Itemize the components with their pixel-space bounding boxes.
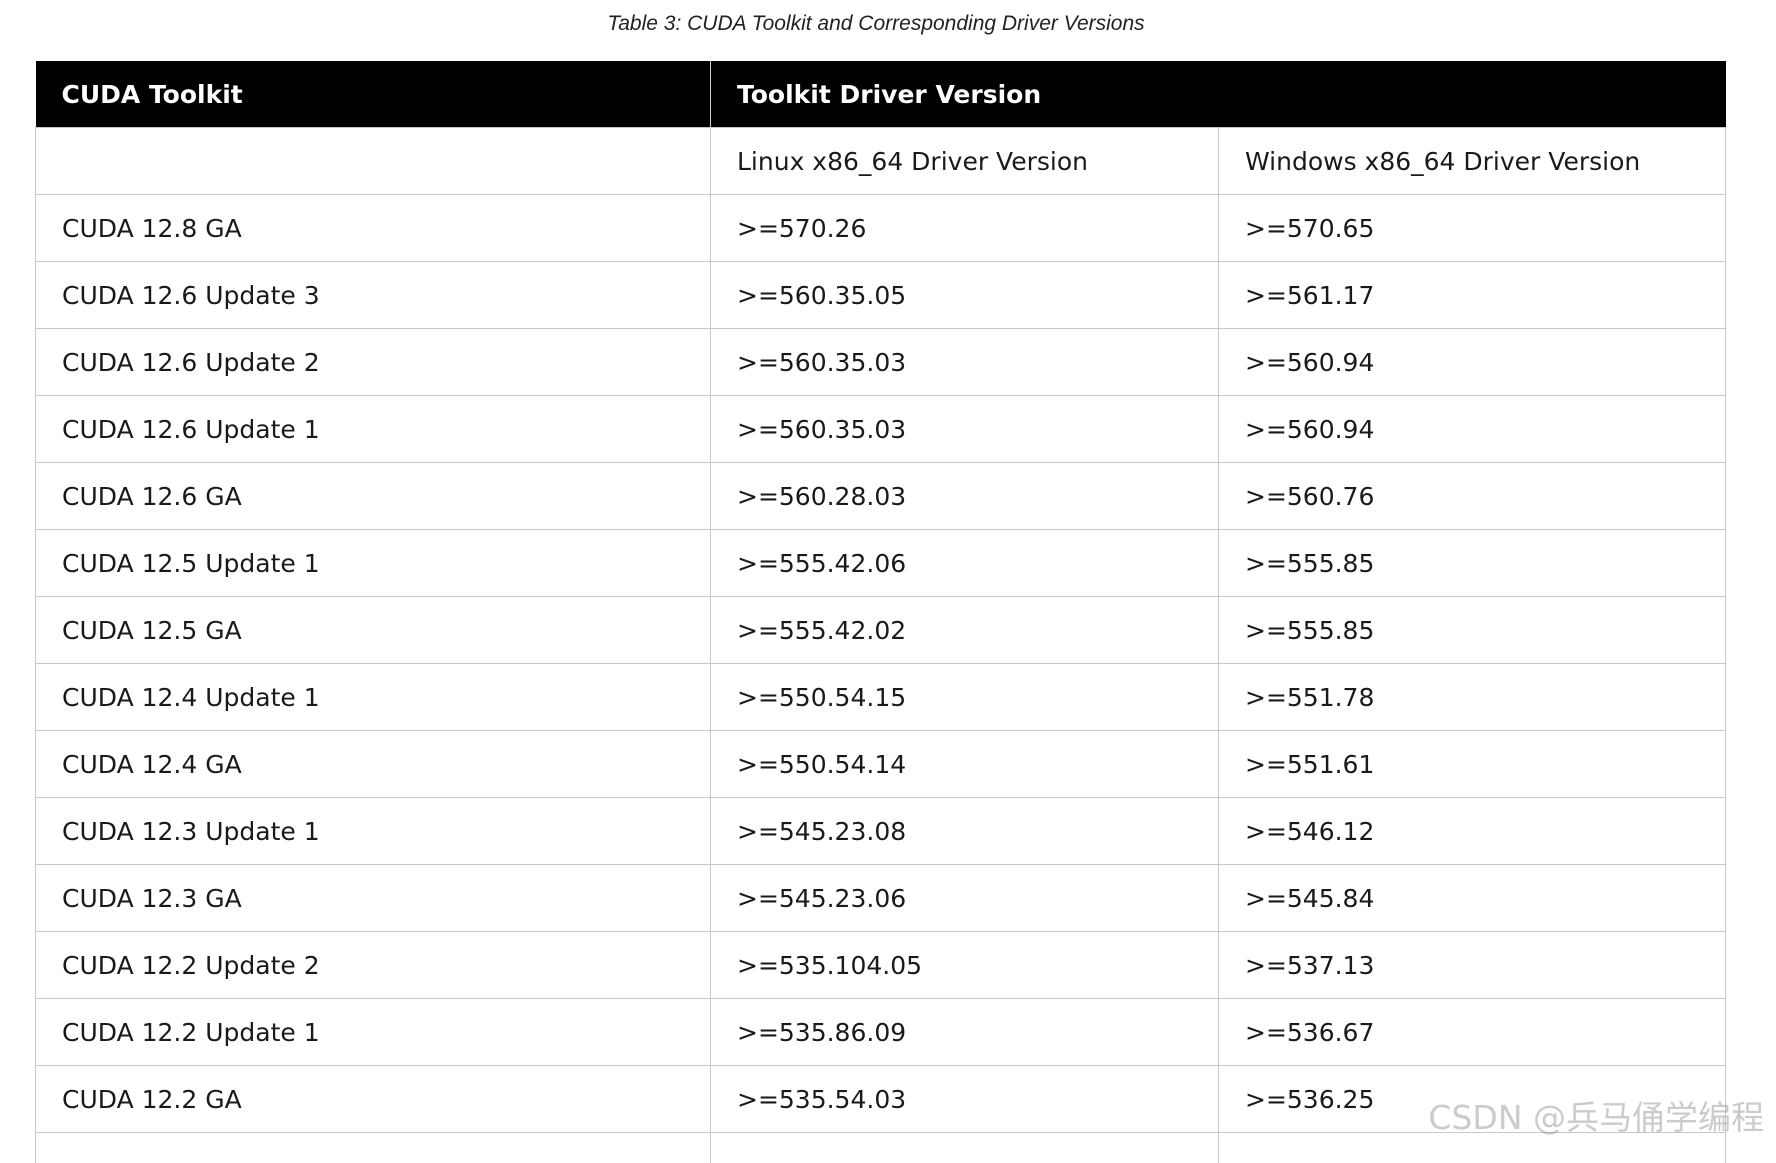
linux-driver-cell: >=545.23.08	[711, 798, 1219, 865]
table-row: CUDA 12.6 GA>=560.28.03>=560.76	[36, 463, 1726, 530]
toolkit-cell: CUDA 12.5 Update 1	[36, 530, 711, 597]
linux-driver-cell: >=550.54.15	[711, 664, 1219, 731]
header-toolkit-driver-version: Toolkit Driver Version	[711, 61, 1726, 128]
table-row: CUDA 12.8 GA>=570.26>=570.65	[36, 195, 1726, 262]
table-row: CUDA 12.2 Update 1>=535.86.09>=536.67	[36, 999, 1726, 1066]
table-caption: Table 3: CUDA Toolkit and Corresponding …	[0, 12, 1764, 36]
toolkit-cell: CUDA 12.8 GA	[36, 195, 711, 262]
linux-driver-cell: >=535.54.03	[711, 1066, 1219, 1133]
toolkit-cell: CUDA 12.4 Update 1	[36, 664, 711, 731]
linux-driver-cell: >=555.42.02	[711, 597, 1219, 664]
table-row: CUDA 12.4 Update 1>=550.54.15>=551.78	[36, 664, 1726, 731]
windows-driver-cell: >=551.78	[1219, 664, 1726, 731]
table-row: CUDA 12.4 GA>=550.54.14>=551.61	[36, 731, 1726, 798]
windows-driver-cell: >=555.85	[1219, 597, 1726, 664]
toolkit-cell: CUDA 12.2 GA	[36, 1066, 711, 1133]
toolkit-cell: CUDA 12.6 Update 2	[36, 329, 711, 396]
linux-driver-cell: >=545.23.06	[711, 865, 1219, 932]
header-cuda-toolkit: CUDA Toolkit	[36, 61, 711, 128]
table-row: CUDA 12.6 Update 2>=560.35.03>=560.94	[36, 329, 1726, 396]
linux-driver-cell: >=550.54.14	[711, 731, 1219, 798]
toolkit-cell: CUDA 12.3 GA	[36, 865, 711, 932]
toolkit-cell: CUDA 12.5 GA	[36, 597, 711, 664]
driver-version-table-container: CUDA Toolkit Toolkit Driver Version Linu…	[35, 61, 1725, 1163]
table-row: CUDA 12.3 Update 1>=545.23.08>=546.12	[36, 798, 1726, 865]
windows-driver-cell: >=536.67	[1219, 999, 1726, 1066]
table-row: CUDA 12.5 Update 1>=555.42.06>=555.85	[36, 530, 1726, 597]
toolkit-cell: CUDA 12.6 Update 1	[36, 396, 711, 463]
linux-driver-cell: >=555.42.06	[711, 530, 1219, 597]
table-row: CUDA 12.5 GA>=555.42.02>=555.85	[36, 597, 1726, 664]
linux-driver-cell: >=535.104.05	[711, 932, 1219, 999]
windows-driver-cell: >=545.84	[1219, 865, 1726, 932]
linux-driver-cell: >=560.28.03	[711, 463, 1219, 530]
windows-driver-cell: >=551.61	[1219, 731, 1726, 798]
table-row: CUDA 12.3 GA>=545.23.06>=545.84	[36, 865, 1726, 932]
windows-driver-cell: >=560.76	[1219, 463, 1726, 530]
windows-driver-cell: >=561.17	[1219, 262, 1726, 329]
table-subheader-row: Linux x86_64 Driver Version Windows x86_…	[36, 128, 1726, 195]
toolkit-cell: CUDA 12.6 Update 3	[36, 262, 711, 329]
table-body: Linux x86_64 Driver Version Windows x86_…	[36, 128, 1726, 1163]
windows-driver-cell: >=560.94	[1219, 396, 1726, 463]
windows-driver-cell: >=537.13	[1219, 932, 1726, 999]
toolkit-cell: CUDA 12.3 Update 1	[36, 798, 711, 865]
subheader-linux-driver: Linux x86_64 Driver Version	[711, 128, 1219, 195]
subheader-windows-driver: Windows x86_64 Driver Version	[1219, 128, 1726, 195]
toolkit-cell: CUDA 12.6 GA	[36, 463, 711, 530]
toolkit-cell: CUDA 12.4 GA	[36, 731, 711, 798]
table-row: CUDA 12.6 Update 1>=560.35.03>=560.94	[36, 396, 1726, 463]
windows-driver-cell: >=546.12	[1219, 798, 1726, 865]
linux-driver-cell: >=560.35.03	[711, 396, 1219, 463]
empty-cell	[711, 1133, 1219, 1163]
linux-driver-cell: >=560.35.05	[711, 262, 1219, 329]
table-row: CUDA 12.2 Update 2>=535.104.05>=537.13	[36, 932, 1726, 999]
table-row: CUDA 12.6 Update 3>=560.35.05>=561.17	[36, 262, 1726, 329]
toolkit-cell: CUDA 12.2 Update 1	[36, 999, 711, 1066]
windows-driver-cell: >=560.94	[1219, 329, 1726, 396]
linux-driver-cell: >=560.35.03	[711, 329, 1219, 396]
subheader-empty-cell	[36, 128, 711, 195]
cuda-driver-version-table: CUDA Toolkit Toolkit Driver Version Linu…	[35, 61, 1726, 1163]
empty-cell	[36, 1133, 711, 1163]
linux-driver-cell: >=535.86.09	[711, 999, 1219, 1066]
table-header-row: CUDA Toolkit Toolkit Driver Version	[36, 61, 1726, 128]
windows-driver-cell: >=555.85	[1219, 530, 1726, 597]
linux-driver-cell: >=570.26	[711, 195, 1219, 262]
toolkit-cell: CUDA 12.2 Update 2	[36, 932, 711, 999]
csdn-watermark: CSDN @兵马俑学编程	[1428, 1091, 1764, 1139]
windows-driver-cell: >=570.65	[1219, 195, 1726, 262]
